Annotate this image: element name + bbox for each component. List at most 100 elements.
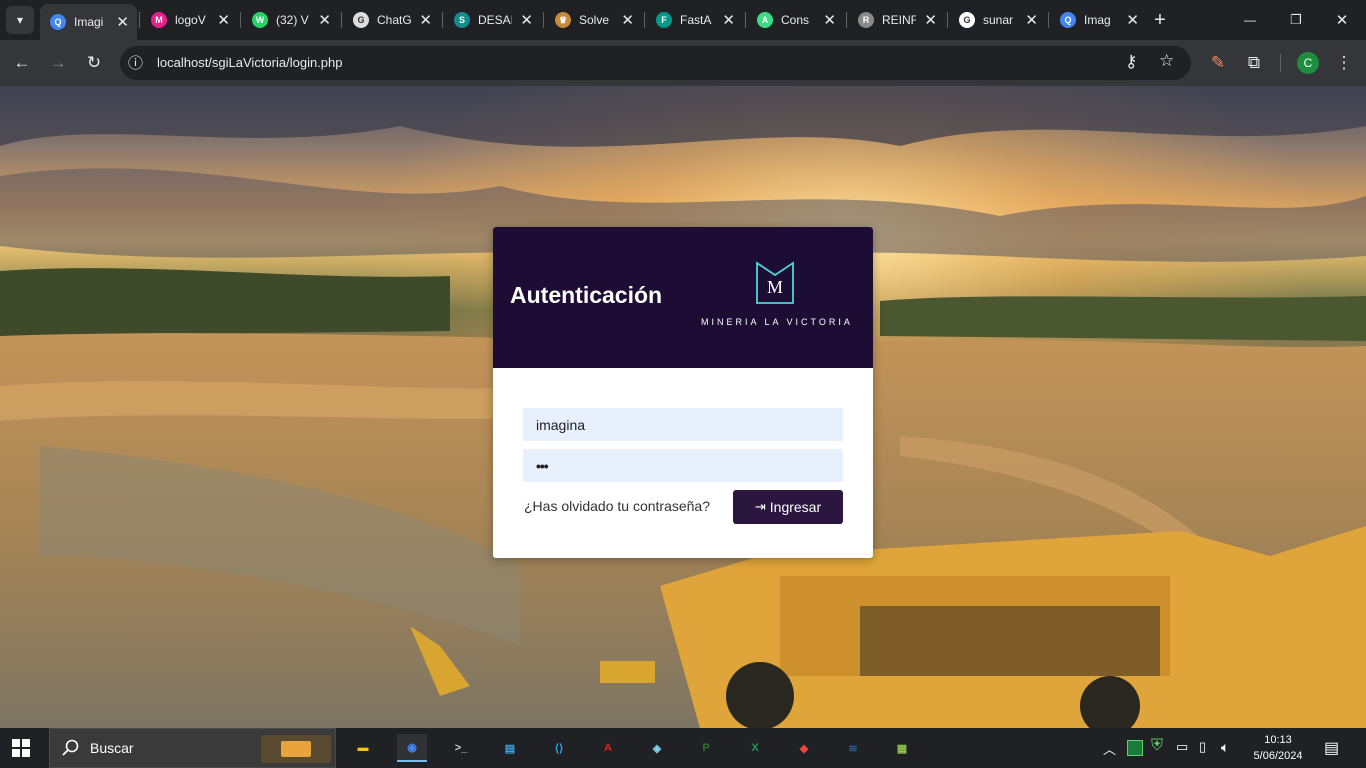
vscode-taskbar-icon[interactable]: ⟨⟩ [544, 734, 574, 762]
notes-taskbar-icon[interactable]: ◈ [642, 734, 672, 762]
tab-favicon-icon: G [959, 12, 975, 28]
browser-tab-8[interactable]: A Cons ✕ [747, 6, 844, 34]
volume-icon[interactable]: 🔈︎ [1221, 739, 1229, 756]
browser-tab-5[interactable]: S DESAI ✕ [444, 6, 541, 34]
control-panel-taskbar-icon[interactable]: ▤ [495, 734, 525, 762]
tab-title: REINF [882, 13, 916, 27]
notepad-taskbar-icon[interactable]: ▦ [887, 734, 917, 762]
mysql-taskbar-icon[interactable]: ≋ [838, 734, 868, 762]
login-submit-button[interactable]: ⇥ Ingresar [733, 490, 843, 524]
tab-title: sunar [983, 13, 1014, 27]
browser-toolbar: ← → ↻ ⓘ localhost/sgiLaVictoria/login.ph… [0, 40, 1366, 86]
terminal-taskbar-icon[interactable]: >_ [446, 734, 476, 762]
browser-menu-icon[interactable]: ⋮ [1330, 49, 1358, 77]
tab-close-icon[interactable]: ✕ [1126, 11, 1139, 29]
minimize-window-button[interactable]: — [1236, 6, 1264, 34]
tab-favicon-icon: Q [50, 14, 66, 30]
tab-favicon-icon: W [252, 12, 268, 28]
tab-separator [442, 12, 443, 28]
browser-tab-1[interactable]: Q Imagi ✕ [40, 4, 137, 40]
briefcase-icon [281, 741, 311, 757]
tab-separator [341, 12, 342, 28]
tab-separator [1048, 12, 1049, 28]
browser-tab-strip: ▾ Q Imagi ✕ MlogoV ✕ W (32) V ✕ G ChatG ✕ S DESAI ✕ ♛ S… [0, 0, 1366, 40]
tab-favicon-icon: F [656, 12, 672, 28]
forgot-password-link[interactable]: ¿Has olvidado tu contraseña? [524, 498, 710, 514]
bookmark-star-icon[interactable]: ☆ [1159, 51, 1174, 71]
reload-button[interactable]: ↻ [80, 49, 108, 77]
tab-title: DESAI [478, 13, 512, 27]
tab-close-icon[interactable]: ✕ [823, 11, 836, 29]
company-logo: M [755, 261, 795, 305]
extensions-icon[interactable]: ⧉ [1240, 49, 1268, 77]
anydesk-taskbar-icon[interactable]: ◆ [789, 734, 819, 762]
tab-close-icon[interactable]: ✕ [722, 11, 735, 29]
notifications-icon[interactable]: ▤ [1324, 738, 1339, 758]
tray-app-icon[interactable] [1127, 740, 1143, 756]
toolbar-divider [1280, 54, 1281, 72]
browser-tab-11[interactable]: Q Imag ✕ [1050, 6, 1147, 34]
tab-title: Imag [1084, 13, 1111, 27]
windows-start-icon[interactable] [12, 739, 30, 757]
tab-separator [543, 12, 544, 28]
close-window-button[interactable]: ✕ [1328, 6, 1356, 34]
windows-taskbar: Buscar ▬ ◉ >_ ▤ ⟨⟩ A ◈ P X ◆ ≋ ▦ ︿ ⛨ ▭ ▯ 🔈︎ 10:13 5… [0, 728, 1366, 768]
browser-tab-2[interactable]: MlogoV ✕ [141, 6, 238, 34]
profile-avatar[interactable]: C [1297, 52, 1319, 74]
login-submit-label: Ingresar [769, 499, 822, 515]
login-title: Autenticación [510, 282, 663, 308]
file-explorer-taskbar-icon[interactable]: ▬ [348, 734, 378, 762]
camera-icon[interactable]: ▭ [1176, 739, 1188, 755]
tab-title: ChatG [377, 13, 411, 27]
logo-mark-icon: M [756, 261, 794, 304]
browser-tab-9[interactable]: R REINF ✕ [848, 6, 945, 34]
browser-tab-3[interactable]: W (32) V ✕ [242, 6, 339, 34]
clock-date: 5/06/2024 [1253, 750, 1303, 762]
chrome-taskbar-icon[interactable]: ◉ [397, 734, 427, 762]
tab-close-icon[interactable]: ✕ [116, 13, 129, 31]
new-tab-button[interactable]: + [1146, 6, 1174, 34]
browser-tab-6[interactable]: ♛ Solve ✕ [545, 6, 642, 34]
passwords-key-icon[interactable]: ⚷ [1125, 52, 1137, 72]
browser-tab-7[interactable]: F FastA ✕ [646, 6, 743, 34]
taskbar-search-box[interactable]: Buscar [49, 728, 336, 768]
browser-tab-4[interactable]: G ChatG ✕ [343, 6, 440, 34]
restore-window-button[interactable]: ❐ [1282, 6, 1310, 34]
address-bar[interactable]: ⓘ localhost/sgiLaVictoria/login.php ⚷ ☆ [120, 46, 1191, 80]
excel-taskbar-icon[interactable]: X [740, 734, 770, 762]
tab-close-icon[interactable]: ✕ [419, 11, 432, 29]
tab-separator [745, 12, 746, 28]
acrobat-taskbar-icon[interactable]: A [593, 734, 623, 762]
tab-favicon-icon: Q [1060, 12, 1076, 28]
clock-time: 10:13 [1264, 734, 1292, 746]
search-highlight-image[interactable] [261, 735, 331, 763]
pen-extension-icon[interactable]: ✎ [1204, 49, 1232, 77]
tab-separator [139, 12, 140, 28]
browser-tab-10[interactable]: Gsunar ✕ [949, 6, 1046, 34]
tab-close-icon[interactable]: ✕ [520, 11, 533, 29]
project-taskbar-icon[interactable]: P [691, 734, 721, 762]
tab-title: (32) V [276, 13, 309, 27]
tab-favicon-icon: S [454, 12, 470, 28]
tab-close-icon[interactable]: ✕ [1025, 11, 1038, 29]
logo-letter: M [767, 277, 783, 297]
url-text[interactable]: localhost/sgiLaVictoria/login.php [157, 55, 343, 70]
tab-title: Cons [781, 13, 810, 27]
tray-overflow-icon[interactable]: ︿ [1103, 739, 1116, 758]
tab-close-icon[interactable]: ✕ [924, 11, 937, 29]
tab-favicon-icon: G [353, 12, 369, 28]
password-input[interactable] [523, 449, 843, 482]
tab-search-icon[interactable]: ▾ [6, 6, 34, 34]
security-shield-icon[interactable]: ⛨ [1151, 737, 1163, 755]
battery-icon[interactable]: ▯ [1199, 739, 1206, 755]
tab-title: logoV [175, 13, 206, 27]
tab-close-icon[interactable]: ✕ [318, 11, 331, 29]
system-clock[interactable]: 10:13 5/06/2024 [1246, 732, 1310, 764]
back-button[interactable]: ← [8, 49, 36, 77]
site-info-icon[interactable]: ⓘ [128, 52, 143, 73]
tab-close-icon[interactable]: ✕ [217, 11, 230, 29]
forward-button[interactable]: → [44, 49, 72, 77]
tab-close-icon[interactable]: ✕ [621, 11, 634, 29]
username-input[interactable] [523, 408, 843, 441]
tab-title: FastA [680, 13, 712, 27]
